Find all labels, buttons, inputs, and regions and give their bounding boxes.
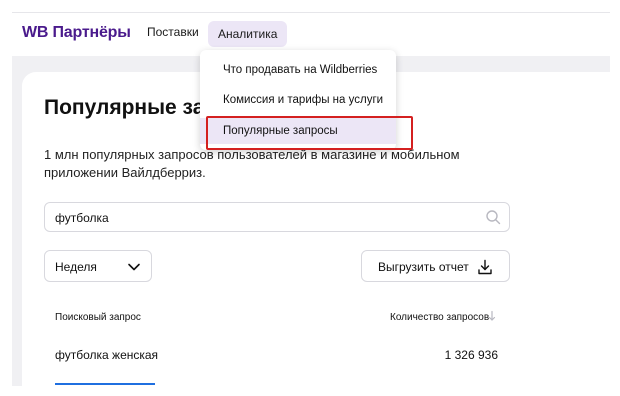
page-description: 1 млн популярных запросов пользователей … (44, 147, 460, 180)
nav-link-analytics[interactable]: Аналитика (208, 21, 288, 47)
page-title: Популярные запросы (44, 96, 204, 119)
period-select-value: Неделя (55, 260, 97, 274)
menu-item-what-to-sell[interactable]: Что продавать на Wildberries (200, 57, 396, 83)
search-icon[interactable] (485, 209, 501, 225)
nav-link-supplies[interactable]: Поставки (147, 25, 199, 39)
screenshot-frame: WB Партнёры Поставки Аналитика Популярны… (0, 0, 620, 396)
annotation-highlight-box (206, 116, 413, 150)
brand-logo[interactable]: WB Партнёры (22, 24, 131, 42)
export-report-label: Выгрузить отчет (378, 260, 469, 274)
table-row-count: 1 326 936 (444, 348, 498, 362)
column-header-count[interactable]: Количество запросов (390, 312, 489, 323)
period-select[interactable]: Неделя (44, 250, 152, 282)
export-report-button[interactable]: Выгрузить отчет (361, 250, 510, 282)
menu-item-commission-tariffs[interactable]: Комиссия и тарифы на услуги (200, 87, 396, 113)
table-row-query[interactable]: футболка женская (55, 348, 158, 362)
search-input-value[interactable]: футболка (55, 211, 109, 225)
download-icon (478, 259, 492, 275)
chevron-down-icon (128, 263, 140, 271)
search-input[interactable]: футболка (44, 202, 510, 232)
column-header-query[interactable]: Поисковый запрос (55, 312, 141, 323)
row-underline (55, 383, 155, 385)
sort-arrow-icon[interactable] (487, 310, 497, 322)
